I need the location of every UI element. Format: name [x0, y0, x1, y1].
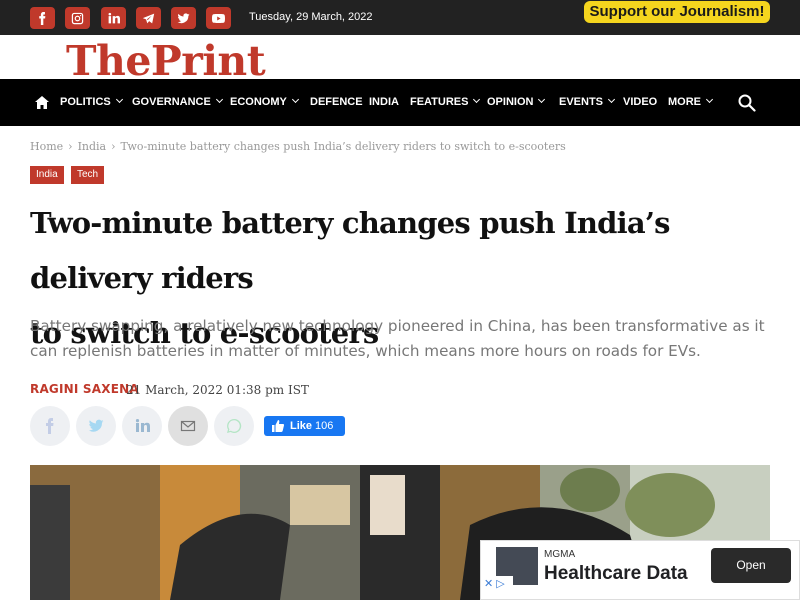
advertisement-banner[interactable]: MGMA Healthcare Data Open ✕ ▷: [480, 540, 800, 600]
logo-strip: ThePrint: [0, 35, 800, 79]
chevron-down-icon: [607, 95, 616, 104]
nav-economy[interactable]: ECONOMY: [230, 79, 299, 126]
linkedin-icon[interactable]: [101, 7, 126, 29]
breadcrumb-india[interactable]: India: [78, 140, 107, 153]
breadcrumb-current: Two-minute battery changes push India’s …: [120, 140, 566, 153]
chevron-down-icon: [538, 95, 546, 104]
like-label: Like: [290, 420, 313, 432]
share-email-button[interactable]: [168, 406, 208, 446]
chevron-down-icon: [291, 95, 299, 104]
support-journalism-button[interactable]: Support our Journalism!: [584, 1, 770, 23]
facebook-icon[interactable]: [30, 7, 55, 29]
nav-more[interactable]: MORE: [668, 79, 714, 126]
ad-open-button[interactable]: Open: [711, 548, 791, 583]
author-link[interactable]: RAGINI SAXENA: [30, 382, 139, 396]
whatsapp-icon: [227, 418, 242, 433]
thumbs-up-icon: [272, 420, 284, 432]
nav-governance[interactable]: GOVERNANCE: [132, 79, 223, 126]
like-count: 106: [315, 420, 334, 432]
youtube-icon[interactable]: [206, 7, 231, 29]
nav-india[interactable]: INDIA: [369, 79, 399, 126]
search-icon[interactable]: [738, 94, 756, 112]
top-bar: Tuesday, 29 March, 2022 Support our Jour…: [0, 0, 800, 35]
breadcrumb-home[interactable]: Home: [30, 140, 63, 153]
nav-defence[interactable]: DEFENCE: [310, 79, 363, 126]
main-nav: POLITICS GOVERNANCE ECONOMY DEFENCE INDI…: [0, 79, 800, 126]
nav-politics[interactable]: POLITICS: [60, 79, 123, 126]
article-summary: Battery swapping, a relatively new techn…: [30, 314, 770, 364]
publish-date: 21 March, 2022 01:38 pm IST: [126, 383, 309, 397]
nav-opinion[interactable]: OPINION: [487, 79, 546, 126]
ad-brand: MGMA: [544, 549, 576, 560]
chevron-down-icon: [473, 95, 481, 104]
headline-line-1: Two-minute battery changes push India’s …: [30, 206, 670, 295]
breadcrumb-separator: ›: [111, 140, 116, 153]
breadcrumb-separator: ›: [68, 140, 73, 153]
email-icon: [180, 420, 196, 432]
tag-india[interactable]: India: [30, 166, 64, 184]
summary-line-1: Battery swapping, a relatively new techn…: [30, 317, 765, 335]
chevron-down-icon: [705, 95, 714, 104]
chevron-down-icon: [115, 95, 123, 104]
facebook-icon: [46, 418, 54, 434]
ad-title: Healthcare Data: [544, 563, 688, 584]
twitter-icon[interactable]: [171, 7, 196, 29]
site-logo[interactable]: ThePrint: [66, 41, 266, 80]
telegram-icon[interactable]: [136, 7, 161, 29]
tag-tech[interactable]: Tech: [71, 166, 105, 184]
facebook-like-button[interactable]: Like 106: [264, 416, 345, 436]
current-date: Tuesday, 29 March, 2022: [249, 11, 373, 23]
linkedin-icon: [135, 419, 150, 432]
share-whatsapp-button[interactable]: [214, 406, 254, 446]
nav-features[interactable]: FEATURES: [410, 79, 481, 126]
ad-close-icon[interactable]: ✕ ▷: [481, 576, 513, 592]
chevron-down-icon: [215, 95, 223, 104]
instagram-icon[interactable]: [65, 7, 90, 29]
share-facebook-button[interactable]: [30, 406, 70, 446]
nav-video[interactable]: VIDEO: [623, 79, 657, 126]
twitter-icon: [88, 419, 104, 432]
breadcrumb: Home › India › Two-minute battery changes pu…: [30, 140, 566, 153]
home-icon[interactable]: [35, 96, 49, 109]
nav-events[interactable]: EVENTS: [559, 79, 616, 126]
summary-line-2: can replenish batteries in matter of min…: [30, 342, 701, 360]
share-linkedin-button[interactable]: [122, 406, 162, 446]
share-twitter-button[interactable]: [76, 406, 116, 446]
